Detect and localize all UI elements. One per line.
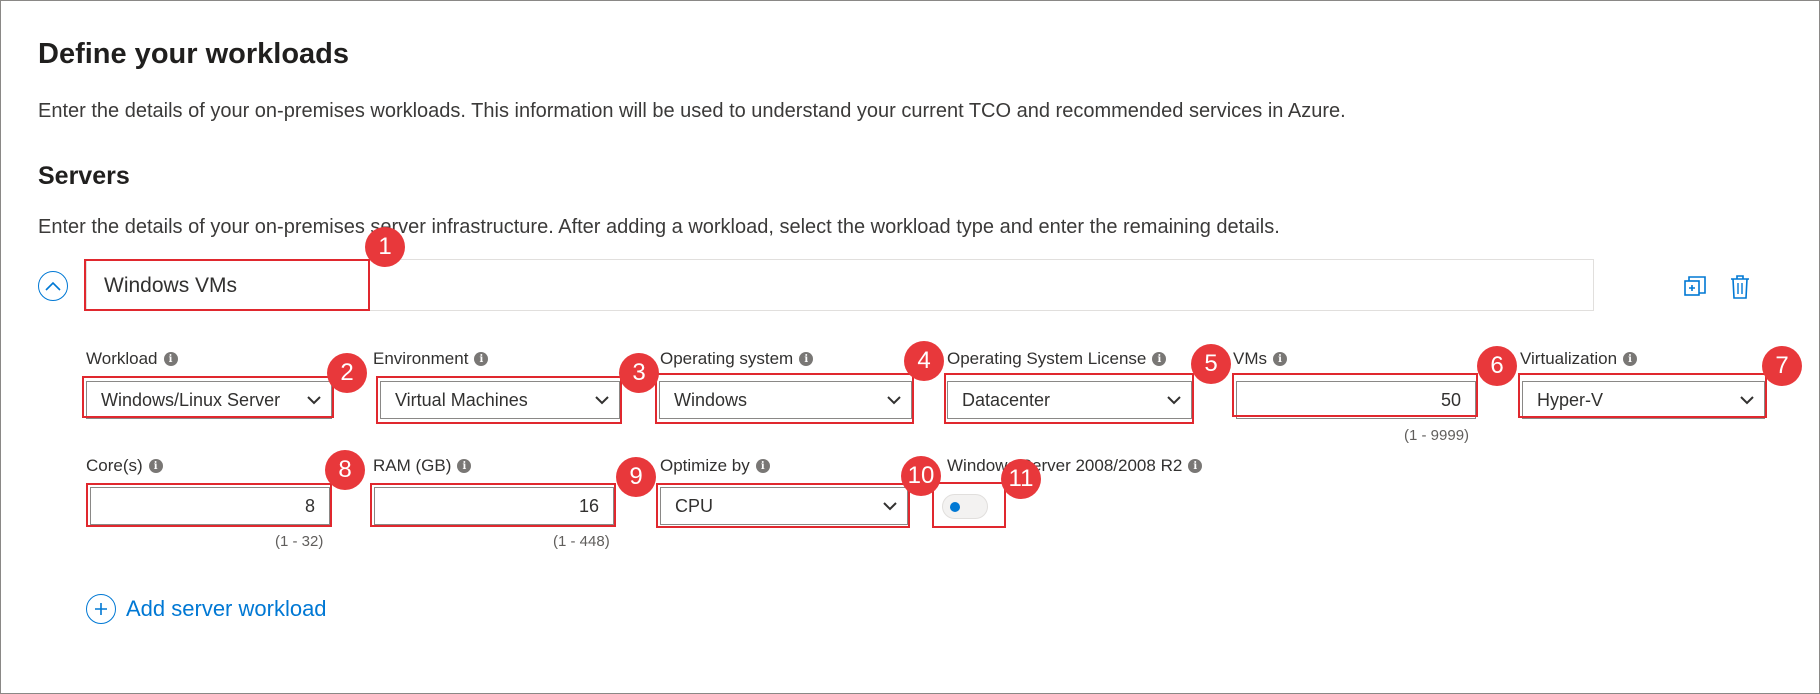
highlight-box xyxy=(1232,373,1478,417)
plus-icon xyxy=(86,594,116,624)
callout-badge-6: 6 xyxy=(1477,346,1517,386)
servers-heading: Servers xyxy=(38,162,130,190)
os-label: Operating system i xyxy=(660,349,814,369)
add-server-workload-link[interactable]: Add server workload xyxy=(86,594,327,624)
highlight-box xyxy=(944,373,1194,424)
callout-badge-10: 10 xyxy=(901,456,941,496)
virtualization-label: Virtualization i xyxy=(1520,349,1638,369)
ws2008-label-text: Windows Server 2008/2008 R2 xyxy=(947,456,1183,475)
copy-button[interactable] xyxy=(1682,273,1708,301)
callout-badge-4: 4 xyxy=(904,341,944,381)
vms-label-text: VMs xyxy=(1233,349,1267,368)
info-icon[interactable]: i xyxy=(1152,352,1167,366)
callout-badge-9: 9 xyxy=(616,457,656,497)
info-icon[interactable]: i xyxy=(163,352,178,366)
highlight-box xyxy=(86,483,332,527)
cores-label-text: Core(s) xyxy=(86,456,143,475)
cores-label: Core(s) i xyxy=(86,456,163,476)
copy-icon xyxy=(1684,276,1706,296)
virtualization-label-text: Virtualization xyxy=(1520,349,1618,368)
highlight-box xyxy=(84,259,370,311)
callout-badge-11: 11 xyxy=(1001,459,1041,499)
info-icon[interactable]: i xyxy=(799,352,814,366)
os-license-label-text: Operating System License xyxy=(947,349,1147,368)
info-icon[interactable]: i xyxy=(1188,459,1203,473)
vms-range-hint: (1 - 9999) xyxy=(1404,427,1470,444)
highlight-box xyxy=(82,376,334,418)
callout-badge-3: 3 xyxy=(619,353,659,393)
info-icon[interactable]: i xyxy=(1273,352,1287,366)
workload-label-text: Workload xyxy=(86,349,158,368)
ram-range-hint: (1 - 448) xyxy=(553,533,610,550)
callout-badge-2: 2 xyxy=(327,353,367,393)
highlight-box xyxy=(370,483,616,527)
ram-label-text: RAM (GB) xyxy=(373,456,452,475)
highlight-box xyxy=(376,376,622,424)
highlight-box xyxy=(932,482,1006,528)
highlight-box xyxy=(655,373,914,424)
page-title: Define your workloads xyxy=(38,38,350,70)
highlight-box xyxy=(1518,373,1767,418)
environment-label-text: Environment xyxy=(373,349,469,368)
vms-label: VMs i xyxy=(1233,349,1287,369)
info-icon[interactable]: i xyxy=(474,352,489,366)
info-icon[interactable]: i xyxy=(457,459,472,473)
collapse-button[interactable] xyxy=(38,271,68,301)
highlight-box xyxy=(656,483,910,528)
callout-badge-8: 8 xyxy=(325,450,365,490)
cores-range-hint: (1 - 32) xyxy=(275,533,324,550)
page-description: Enter the details of your on-premises wo… xyxy=(38,100,1346,122)
os-license-label: Operating System License i xyxy=(947,349,1167,369)
workload-label: Workload i xyxy=(86,349,178,369)
info-icon[interactable]: i xyxy=(148,459,163,473)
callout-badge-7: 7 xyxy=(1762,346,1802,386)
info-icon[interactable]: i xyxy=(755,459,770,473)
info-icon[interactable]: i xyxy=(1623,352,1638,366)
ram-label: RAM (GB) i xyxy=(373,456,472,476)
delete-button[interactable] xyxy=(1727,273,1753,301)
os-label-text: Operating system xyxy=(660,349,794,368)
trash-icon xyxy=(1731,275,1749,299)
environment-label: Environment i xyxy=(373,349,489,369)
ws2008-label: Windows Server 2008/2008 R2 i xyxy=(947,456,1203,476)
callout-badge-1: 1 xyxy=(365,227,405,267)
chevron-up-icon xyxy=(45,281,61,291)
add-server-workload-label: Add server workload xyxy=(126,596,327,621)
servers-description: Enter the details of your on-premises se… xyxy=(38,216,1280,238)
optimize-label: Optimize by i xyxy=(660,456,770,476)
optimize-label-text: Optimize by xyxy=(660,456,750,475)
callout-badge-5: 5 xyxy=(1191,344,1231,384)
